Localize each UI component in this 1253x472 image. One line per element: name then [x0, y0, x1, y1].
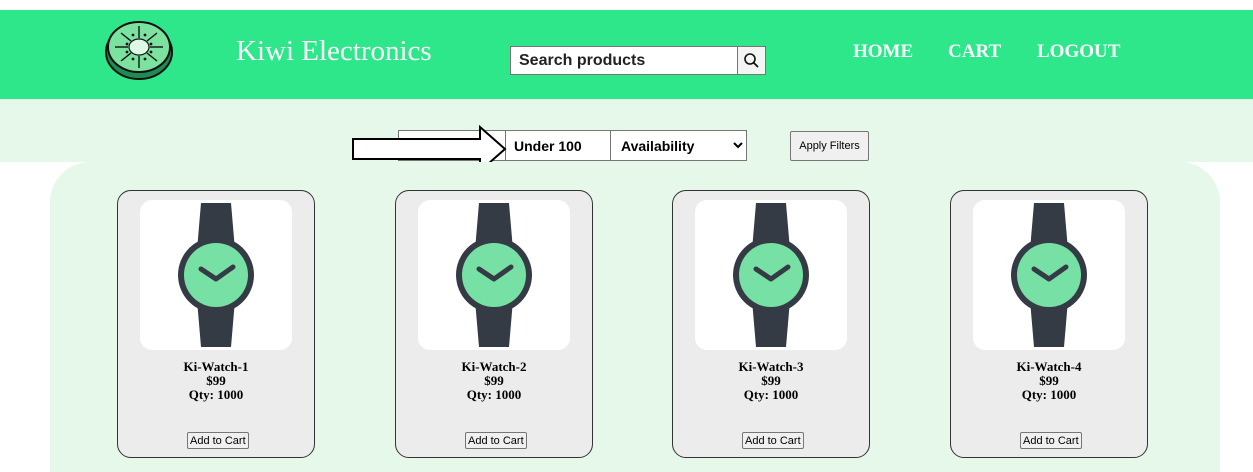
product-card: Ki-Watch-1 $99 Qty: 1000 Add to Cart [117, 190, 315, 458]
apply-filters-button[interactable]: Apply Filters [790, 131, 869, 161]
search-input[interactable] [510, 46, 738, 75]
add-to-cart-button[interactable]: Add to Cart [465, 432, 527, 449]
product-image[interactable] [418, 200, 570, 350]
product-image[interactable] [695, 200, 847, 350]
nav-home-link[interactable]: HOME [853, 41, 913, 63]
product-qty: Qty: 1000 [1021, 387, 1077, 402]
watch-icon [456, 203, 532, 347]
brand-title: Kiwi Electronics [236, 35, 432, 67]
kiwi-logo-icon[interactable] [103, 16, 175, 87]
add-to-cart-button[interactable]: Add to Cart [1020, 432, 1082, 449]
product-image[interactable] [140, 200, 292, 350]
watch-icon [178, 203, 254, 347]
nav-cart-link[interactable]: CART [948, 41, 1001, 63]
watch-icon [1011, 203, 1087, 347]
watch-icon [733, 203, 809, 347]
add-to-cart-button[interactable]: Add to Cart [742, 432, 804, 449]
price-filter-input[interactable] [505, 130, 611, 161]
product-card: Ki-Watch-4 $99 Qty: 1000 Add to Cart [950, 190, 1148, 458]
header-bar: Kiwi Electronics HOME CART LOGOUT [0, 10, 1253, 99]
product-image[interactable] [973, 200, 1125, 350]
product-qty: Qty: 1000 [188, 387, 244, 402]
add-to-cart-button[interactable]: Add to Cart [187, 432, 249, 449]
product-card: Ki-Watch-2 $99 Qty: 1000 Add to Cart [395, 190, 593, 458]
search-icon [744, 53, 759, 68]
availability-select[interactable]: Availability [610, 130, 747, 161]
product-qty: Qty: 1000 [466, 387, 522, 402]
nav-logout-link[interactable]: LOGOUT [1037, 41, 1120, 63]
search-button[interactable] [737, 46, 766, 75]
product-card: Ki-Watch-3 $99 Qty: 1000 Add to Cart [672, 190, 870, 458]
product-qty: Qty: 1000 [743, 387, 799, 402]
